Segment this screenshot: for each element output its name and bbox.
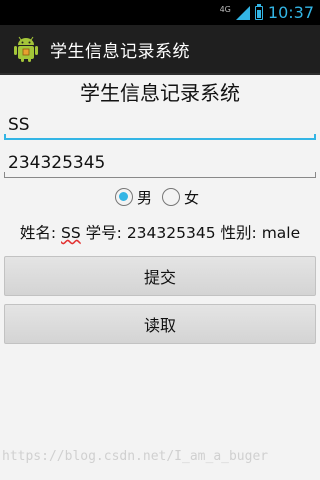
gender-male-radio[interactable] (114, 188, 133, 206)
info-gender-value: male (261, 224, 301, 242)
network-type: 4G (219, 4, 231, 14)
info-gender-label: 性别: (220, 224, 257, 242)
signal-icon (235, 5, 250, 20)
read-button[interactable]: 读取 (4, 304, 316, 344)
info-id-label: 学号: (85, 224, 122, 242)
status-bar: 4G 10:37 (0, 0, 320, 25)
page-title: 学生信息记录系统 (80, 81, 240, 105)
battery-icon (254, 3, 263, 20)
app-screen: 4G 10:37 学生信息记录系统 学生信息记录系统 SS 234325345 … (0, 0, 320, 480)
gender-radio-group: 男 女 (0, 184, 320, 210)
info-name-value: SS (61, 224, 81, 242)
name-input-underline (4, 134, 316, 140)
watermark: https://blog.csdn.net/I_am_a_buger (2, 449, 269, 464)
status-indicators: 4G 10:37 (220, 0, 314, 25)
submit-button[interactable]: 提交 (4, 256, 316, 296)
info-name-label: 姓名: (19, 224, 57, 242)
gender-female-label[interactable]: 女 (184, 187, 199, 208)
action-bar: 学生信息记录系统 (0, 25, 320, 75)
student-info-display: 姓名: SS 学号: 234325345 性别: male (0, 221, 320, 243)
student-id-input-underline (4, 172, 316, 178)
app-title: 学生信息记录系统 (50, 41, 190, 62)
info-id-value: 234325345 (126, 224, 216, 242)
gender-male-label[interactable]: 男 (137, 187, 152, 208)
clock: 10:37 (267, 3, 314, 22)
gender-female-radio[interactable] (162, 188, 180, 206)
android-icon[interactable] (12, 35, 40, 63)
